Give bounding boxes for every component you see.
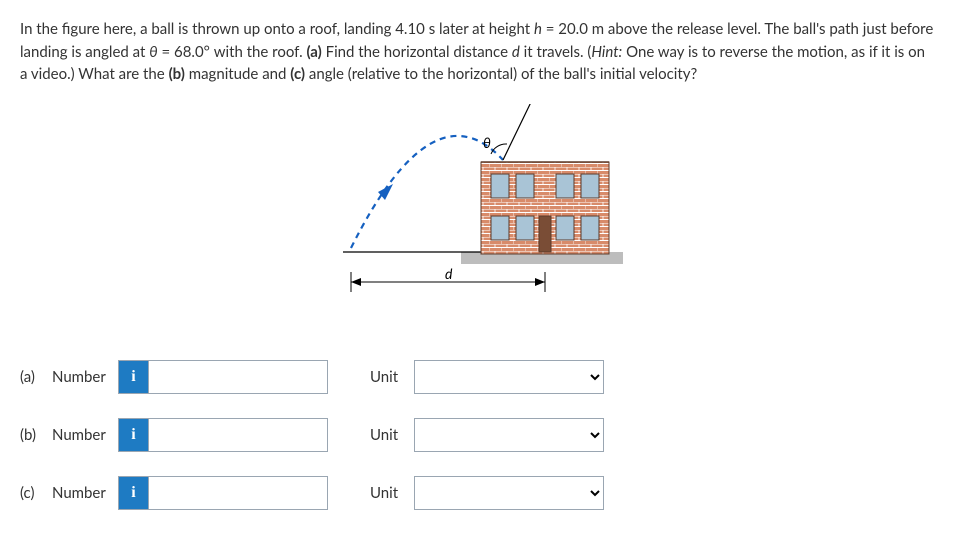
unit-label: Unit	[370, 482, 414, 505]
number-label: Number	[52, 366, 118, 389]
unit-select-a[interactable]	[414, 360, 604, 394]
answer-row-a: (a) Number i Unit	[20, 360, 936, 394]
unit-select-c[interactable]	[414, 476, 604, 510]
projectile-figure: θ d	[333, 104, 623, 321]
part-label: (b)	[20, 424, 52, 447]
problem-text: In the figure here, a ball is thrown up …	[20, 18, 936, 86]
number-label: Number	[52, 482, 118, 505]
number-input-a[interactable]	[148, 360, 328, 394]
answer-row-c: (c) Number i Unit	[20, 476, 936, 510]
number-input-b[interactable]	[148, 418, 328, 452]
number-label: Number	[52, 424, 118, 447]
d-label: d	[445, 265, 453, 282]
info-icon[interactable]: i	[118, 360, 148, 394]
unit-label: Unit	[370, 366, 414, 389]
part-label: (a)	[20, 366, 52, 389]
theta-label: θ	[483, 134, 491, 151]
part-label: (c)	[20, 482, 52, 505]
info-icon[interactable]: i	[118, 476, 148, 510]
figure-container: θ d	[20, 104, 936, 321]
answer-row-b: (b) Number i Unit	[20, 418, 936, 452]
unit-label: Unit	[370, 424, 414, 447]
info-icon[interactable]: i	[118, 418, 148, 452]
unit-select-b[interactable]	[414, 418, 604, 452]
answers-section: (a) Number i Unit (b) Number i Unit (c) …	[20, 360, 936, 510]
number-input-c[interactable]	[148, 476, 328, 510]
